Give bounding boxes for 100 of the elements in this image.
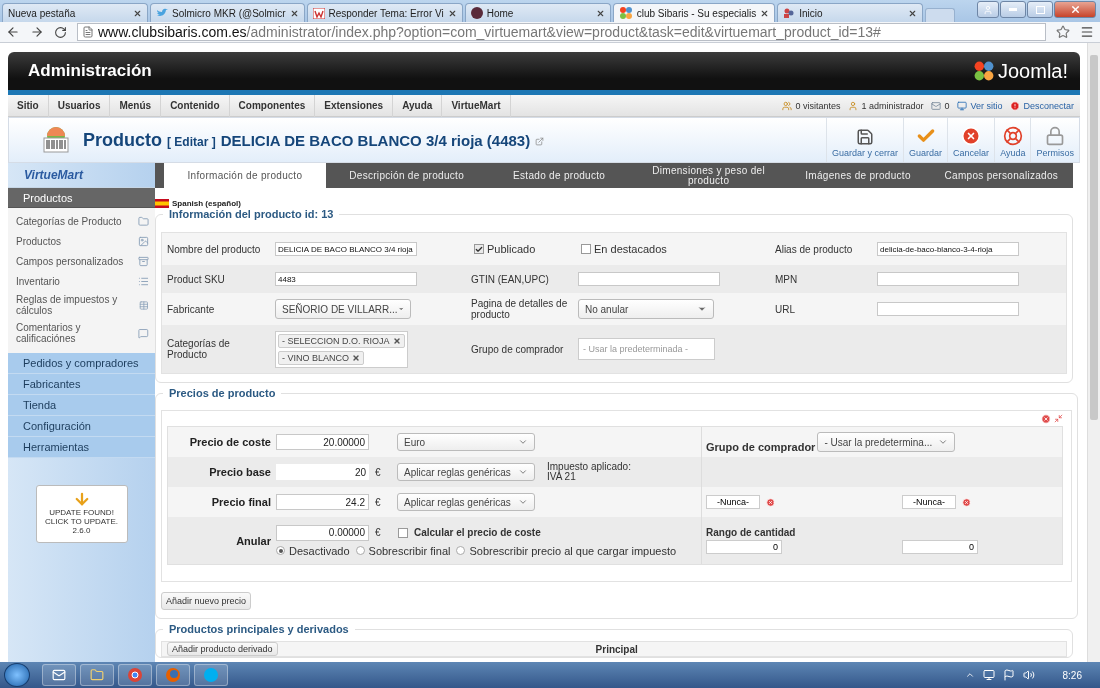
remove-icon[interactable] [352,353,360,362]
checkbox[interactable] [474,244,484,254]
radio-button[interactable] [276,546,285,555]
tab[interactable]: Descripción de producto [325,163,488,188]
status-link[interactable]: 0 visitantes [795,100,841,111]
sidebar-section[interactable]: Productos [8,188,155,208]
text-field[interactable] [877,302,1019,317]
add-derived-button[interactable]: Añadir producto derivado [167,642,278,656]
price-field[interactable]: 24.2 [276,494,369,510]
menu-item[interactable]: Extensiones [315,94,394,117]
checkbox[interactable] [398,527,408,538]
folder-app-icon[interactable] [80,664,114,686]
bookmark-icon[interactable] [1056,25,1070,39]
clear-icon[interactable] [962,497,971,507]
browser-tab[interactable]: Inicio [777,3,924,22]
text-field[interactable]: DELICIA DE BACO BLANCO 3/4 rioja [275,242,417,257]
close-icon[interactable] [908,8,918,18]
user-button[interactable] [977,1,999,18]
tab[interactable]: Información de producto [164,163,326,188]
address-field[interactable]: www.clubsibaris.com.es/administrator/index.php?option=com_virtuemart&view=product&task=edit&virtuemart_product_id=13# [77,23,1046,41]
tab[interactable]: Estado de producto [487,163,631,188]
sidebar-item[interactable]: Productos [16,235,62,247]
date-field[interactable]: -Nunca- [902,495,956,509]
menu-icon[interactable] [1080,25,1094,39]
sidebar-section[interactable]: Fabricantes [8,374,155,395]
menu-item[interactable]: Ayuda [393,94,443,117]
browser-tab[interactable]: Responder Tema: Error Vi [306,3,463,22]
browser-app-icon[interactable] [118,664,152,686]
menu-item[interactable]: VirtueMart [442,94,511,117]
close-button[interactable] [1054,1,1096,18]
text-field[interactable] [877,272,1019,287]
scrollbar[interactable] [1087,43,1100,662]
select-field[interactable]: - Usar la predeterminada - [578,338,715,360]
close-icon[interactable] [760,8,770,18]
select-field[interactable]: Aplicar reglas genéricas [397,493,535,511]
close-icon[interactable] [595,8,605,18]
forward-icon[interactable] [30,25,44,39]
status-link[interactable]: 1 administrador [861,100,924,111]
flag-tray-icon[interactable] [1002,669,1015,681]
skype-app-icon[interactable] [194,664,228,686]
sidebar-item[interactable]: Inventario [16,275,60,287]
remove-icon[interactable] [392,336,401,345]
menu-item[interactable]: Usuarios [48,94,111,117]
status-link[interactable]: Desconectar [1023,100,1074,111]
tab[interactable]: Imágenes de producto [786,163,930,188]
price-field[interactable]: 0.00000 [276,524,369,541]
price-field[interactable]: 20.00000 [276,434,369,450]
sidebar-section[interactable]: Pedidos y compradores [8,353,155,374]
radio-button[interactable] [456,546,466,555]
text-field[interactable]: 4483 [275,272,417,287]
toolbar-button[interactable]: Guardar [903,118,948,162]
quantity-field[interactable]: 0 [706,540,782,554]
sidebar-item[interactable]: Campos personalizados [16,255,124,267]
menu-item[interactable]: Sitio [8,94,49,117]
scroll-thumb[interactable] [1090,55,1098,420]
external-link-icon[interactable] [535,136,545,146]
close-icon[interactable] [133,8,142,18]
maximize-button[interactable] [1027,1,1053,18]
menu-item[interactable]: Componentes [229,94,316,117]
tag-field[interactable]: - SELECCION D.O. RIOJA - VINO BLANCO [275,330,408,368]
select-field[interactable]: Euro [397,433,535,451]
sidebar-section[interactable]: Tienda [8,395,155,416]
browser-tab[interactable]: Nueva pestaña [2,3,148,22]
toolbar-button[interactable]: Guardar y cerrar [826,118,904,162]
toolbar-button[interactable]: Cancelar [947,118,995,162]
minimize-button[interactable] [1000,1,1026,18]
select-field[interactable]: Aplicar reglas genéricas [397,463,535,481]
start-button[interactable] [4,663,30,687]
back-icon[interactable] [6,25,20,39]
sidebar-section[interactable]: Herramientas [8,437,155,458]
quantity-field[interactable]: 0 [902,540,978,554]
radio-button[interactable] [355,546,365,555]
clear-icon[interactable] [766,497,775,507]
close-icon[interactable] [289,8,299,18]
sidebar-item[interactable]: Categorías de Producto [16,215,122,227]
date-field[interactable]: -Nunca- [706,495,760,509]
sidebar-item[interactable]: Comentarios y calificaciónes [16,322,139,344]
add-price-button[interactable]: Añadir nuevo precio [161,592,252,610]
text-field[interactable]: delicia-de-baco-blanco-3-4-rioja [877,242,1019,257]
select-field[interactable]: No anular [578,299,714,319]
select-field[interactable]: - Usar la predetermina... [817,432,956,452]
firefox-app-icon[interactable] [156,664,190,686]
collapse-icon[interactable] [1054,414,1063,423]
sidebar-item[interactable]: Reglas de impuestos y cálculos [16,294,140,316]
mail-app-icon[interactable] [42,664,76,686]
menu-item[interactable]: Contenido [161,94,230,117]
select-field[interactable]: SEÑORIO DE VILLARR... [275,299,411,319]
tab[interactable]: Campos personalizados [929,163,1073,188]
close-icon[interactable] [447,8,457,18]
menu-item[interactable]: Menús [110,94,162,117]
update-button[interactable]: UPDATE FOUND! CLICK TO UPDATE. 2.6.0 [35,485,128,543]
text-field[interactable] [578,272,720,287]
browser-tab[interactable]: Solmicro MKR (@Solmicr [150,3,305,22]
checkbox[interactable] [581,244,591,254]
network-icon[interactable] [982,669,995,681]
volume-icon[interactable] [1022,669,1035,681]
price-value[interactable]: 20 [276,464,369,480]
browser-tab[interactable]: Home [464,3,611,22]
toolbar-button[interactable]: Permisos [1030,118,1079,162]
status-link[interactable]: 0 [944,100,950,111]
